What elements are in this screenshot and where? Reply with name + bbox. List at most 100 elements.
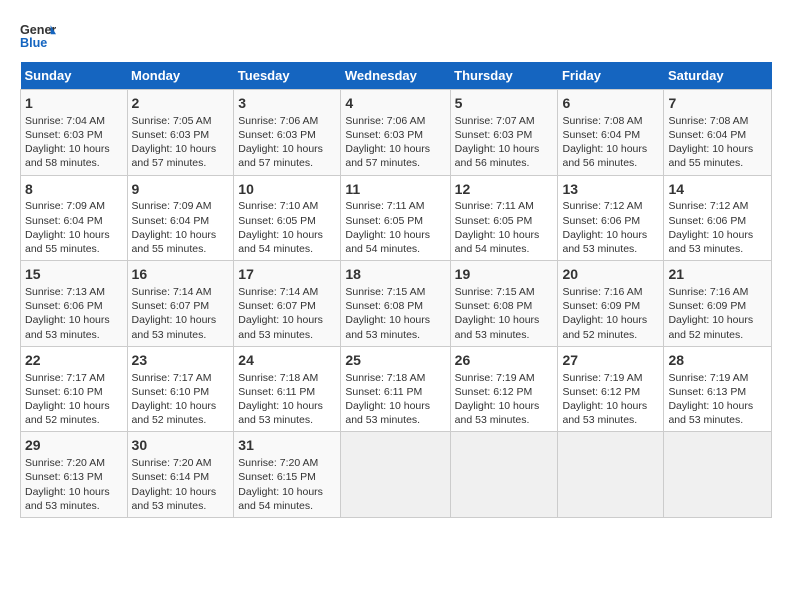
calendar-day-cell: 15 Sunrise: 7:13 AM Sunset: 6:06 PM Dayl… <box>21 261 128 347</box>
daylight-label: Daylight: 10 hours and 53 minutes. <box>562 229 647 255</box>
sunset-label: Sunset: 6:11 PM <box>345 386 422 398</box>
day-number: 4 <box>345 94 445 113</box>
day-header: Saturday <box>664 62 772 90</box>
day-number: 30 <box>132 436 230 455</box>
sunset-label: Sunset: 6:03 PM <box>132 129 210 141</box>
daylight-label: Daylight: 10 hours and 55 minutes. <box>668 143 753 169</box>
day-number: 21 <box>668 265 767 284</box>
calendar-day-cell: 26 Sunrise: 7:19 AM Sunset: 6:12 PM Dayl… <box>450 346 558 432</box>
calendar-day-cell: 9 Sunrise: 7:09 AM Sunset: 6:04 PM Dayli… <box>127 175 234 261</box>
daylight-label: Daylight: 10 hours and 57 minutes. <box>132 143 217 169</box>
day-number: 9 <box>132 180 230 199</box>
day-number: 8 <box>25 180 123 199</box>
calendar-day-cell: 3 Sunrise: 7:06 AM Sunset: 6:03 PM Dayli… <box>234 90 341 176</box>
day-number: 26 <box>455 351 554 370</box>
calendar-day-cell: 6 Sunrise: 7:08 AM Sunset: 6:04 PM Dayli… <box>558 90 664 176</box>
sunrise-label: Sunrise: 7:09 AM <box>25 200 105 212</box>
sunset-label: Sunset: 6:05 PM <box>345 215 423 227</box>
sunrise-label: Sunrise: 7:07 AM <box>455 115 535 127</box>
calendar-day-cell: 10 Sunrise: 7:10 AM Sunset: 6:05 PM Dayl… <box>234 175 341 261</box>
day-number: 14 <box>668 180 767 199</box>
daylight-label: Daylight: 10 hours and 53 minutes. <box>132 486 217 512</box>
day-header: Tuesday <box>234 62 341 90</box>
daylight-label: Daylight: 10 hours and 53 minutes. <box>455 314 540 340</box>
sunrise-label: Sunrise: 7:18 AM <box>345 372 425 384</box>
calendar-day-cell: 12 Sunrise: 7:11 AM Sunset: 6:05 PM Dayl… <box>450 175 558 261</box>
calendar-day-cell: 23 Sunrise: 7:17 AM Sunset: 6:10 PM Dayl… <box>127 346 234 432</box>
sunset-label: Sunset: 6:14 PM <box>132 471 210 483</box>
calendar-day-cell: 22 Sunrise: 7:17 AM Sunset: 6:10 PM Dayl… <box>21 346 128 432</box>
daylight-label: Daylight: 10 hours and 53 minutes. <box>668 229 753 255</box>
daylight-label: Daylight: 10 hours and 53 minutes. <box>668 400 753 426</box>
day-number: 23 <box>132 351 230 370</box>
calendar-day-cell: 30 Sunrise: 7:20 AM Sunset: 6:14 PM Dayl… <box>127 432 234 518</box>
sunrise-label: Sunrise: 7:06 AM <box>345 115 425 127</box>
day-number: 24 <box>238 351 336 370</box>
sunrise-label: Sunrise: 7:04 AM <box>25 115 105 127</box>
logo: General Blue <box>20 18 56 54</box>
sunset-label: Sunset: 6:15 PM <box>238 471 316 483</box>
day-number: 11 <box>345 180 445 199</box>
sunrise-label: Sunrise: 7:08 AM <box>562 115 642 127</box>
daylight-label: Daylight: 10 hours and 52 minutes. <box>668 314 753 340</box>
sunset-label: Sunset: 6:03 PM <box>238 129 316 141</box>
day-number: 19 <box>455 265 554 284</box>
day-number: 31 <box>238 436 336 455</box>
sunrise-label: Sunrise: 7:11 AM <box>345 200 424 212</box>
sunrise-label: Sunrise: 7:19 AM <box>668 372 748 384</box>
sunset-label: Sunset: 6:03 PM <box>345 129 423 141</box>
daylight-label: Daylight: 10 hours and 53 minutes. <box>345 400 430 426</box>
sunrise-label: Sunrise: 7:09 AM <box>132 200 212 212</box>
calendar-week-row: 8 Sunrise: 7:09 AM Sunset: 6:04 PM Dayli… <box>21 175 772 261</box>
day-number: 3 <box>238 94 336 113</box>
day-number: 12 <box>455 180 554 199</box>
sunrise-label: Sunrise: 7:10 AM <box>238 200 318 212</box>
daylight-label: Daylight: 10 hours and 55 minutes. <box>132 229 217 255</box>
daylight-label: Daylight: 10 hours and 53 minutes. <box>562 400 647 426</box>
day-number: 29 <box>25 436 123 455</box>
day-number: 1 <box>25 94 123 113</box>
daylight-label: Daylight: 10 hours and 56 minutes. <box>455 143 540 169</box>
sunrise-label: Sunrise: 7:20 AM <box>238 457 318 469</box>
calendar-day-cell: 19 Sunrise: 7:15 AM Sunset: 6:08 PM Dayl… <box>450 261 558 347</box>
sunset-label: Sunset: 6:08 PM <box>345 300 423 312</box>
day-number: 18 <box>345 265 445 284</box>
calendar-day-cell: 21 Sunrise: 7:16 AM Sunset: 6:09 PM Dayl… <box>664 261 772 347</box>
sunrise-label: Sunrise: 7:14 AM <box>238 286 318 298</box>
day-header: Monday <box>127 62 234 90</box>
day-number: 20 <box>562 265 659 284</box>
calendar-week-row: 22 Sunrise: 7:17 AM Sunset: 6:10 PM Dayl… <box>21 346 772 432</box>
sunset-label: Sunset: 6:10 PM <box>132 386 210 398</box>
daylight-label: Daylight: 10 hours and 54 minutes. <box>238 229 323 255</box>
daylight-label: Daylight: 10 hours and 54 minutes. <box>455 229 540 255</box>
sunset-label: Sunset: 6:09 PM <box>562 300 640 312</box>
sunrise-label: Sunrise: 7:14 AM <box>132 286 212 298</box>
svg-text:Blue: Blue <box>20 36 47 50</box>
sunset-label: Sunset: 6:10 PM <box>25 386 103 398</box>
day-header: Thursday <box>450 62 558 90</box>
sunset-label: Sunset: 6:03 PM <box>25 129 103 141</box>
calendar-day-cell: 16 Sunrise: 7:14 AM Sunset: 6:07 PM Dayl… <box>127 261 234 347</box>
header: General Blue <box>20 18 772 54</box>
calendar-day-cell: 7 Sunrise: 7:08 AM Sunset: 6:04 PM Dayli… <box>664 90 772 176</box>
daylight-label: Daylight: 10 hours and 53 minutes. <box>25 314 110 340</box>
sunset-label: Sunset: 6:06 PM <box>25 300 103 312</box>
calendar-day-cell: 25 Sunrise: 7:18 AM Sunset: 6:11 PM Dayl… <box>341 346 450 432</box>
sunset-label: Sunset: 6:05 PM <box>455 215 533 227</box>
sunset-label: Sunset: 6:07 PM <box>238 300 316 312</box>
daylight-label: Daylight: 10 hours and 54 minutes. <box>238 486 323 512</box>
sunrise-label: Sunrise: 7:06 AM <box>238 115 318 127</box>
day-number: 17 <box>238 265 336 284</box>
calendar-day-cell: 2 Sunrise: 7:05 AM Sunset: 6:03 PM Dayli… <box>127 90 234 176</box>
day-header: Friday <box>558 62 664 90</box>
sunset-label: Sunset: 6:04 PM <box>562 129 640 141</box>
empty-cell <box>558 432 664 518</box>
sunrise-label: Sunrise: 7:13 AM <box>25 286 105 298</box>
day-number: 22 <box>25 351 123 370</box>
daylight-label: Daylight: 10 hours and 52 minutes. <box>562 314 647 340</box>
calendar-day-cell: 4 Sunrise: 7:06 AM Sunset: 6:03 PM Dayli… <box>341 90 450 176</box>
day-number: 2 <box>132 94 230 113</box>
day-number: 16 <box>132 265 230 284</box>
sunset-label: Sunset: 6:13 PM <box>25 471 103 483</box>
sunset-label: Sunset: 6:04 PM <box>132 215 210 227</box>
